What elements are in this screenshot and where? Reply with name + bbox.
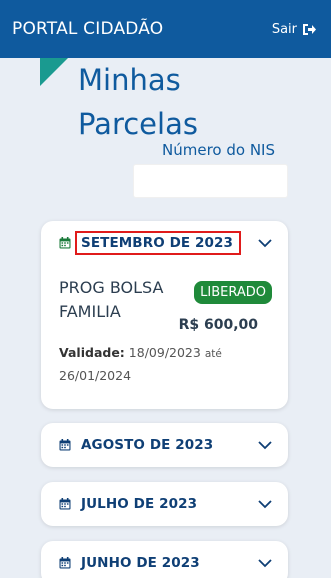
sign-out-icon	[303, 23, 316, 35]
installment-card: SETEMBRO DE 2023 PROG BOLSA FAMILIA LIBE…	[41, 221, 288, 409]
program-name: PROG BOLSA FAMILIA	[59, 278, 164, 321]
title-line-2: Parcelas	[78, 107, 198, 141]
calendar-icon	[59, 498, 71, 510]
calendar-icon	[59, 237, 71, 249]
chevron-down-icon[interactable]	[258, 558, 272, 568]
validity-info: Validade: 18/09/2023 até 26/01/2024	[59, 342, 259, 387]
month-label: SETEMBRO DE 2023	[75, 231, 241, 255]
installment-header[interactable]: AGOSTO DE 2023	[41, 423, 288, 467]
decorative-triangle	[40, 58, 68, 86]
installment-header[interactable]: SETEMBRO DE 2023	[41, 221, 288, 265]
installment-card[interactable]: JULHO DE 2023	[41, 482, 288, 526]
logout-label: Sair	[271, 21, 297, 37]
chevron-down-icon[interactable]	[258, 440, 272, 450]
validity-label: Validade:	[59, 345, 125, 360]
chevron-down-icon[interactable]	[258, 499, 272, 509]
status-badge: LIBERADO	[194, 281, 272, 304]
nis-input[interactable]	[133, 164, 288, 198]
amount-value: R$ 600,00	[178, 317, 258, 333]
installment-details: PROG BOLSA FAMILIA LIBERADO R$ 600,00 Va…	[41, 265, 288, 405]
page-title: Minhas Parcelas	[78, 58, 198, 146]
nis-label: Número do NIS	[162, 141, 275, 159]
top-bar: PORTAL CIDADÃO Sair	[0, 0, 331, 58]
installment-header[interactable]: JULHO DE 2023	[41, 482, 288, 526]
installment-card[interactable]: AGOSTO DE 2023	[41, 423, 288, 467]
validity-start: 18/09/2023	[128, 345, 201, 360]
installment-header[interactable]: JUNHO DE 2023	[41, 541, 288, 578]
validity-end: 26/01/2024	[59, 368, 132, 383]
title-line-1: Minhas	[78, 63, 181, 97]
validity-separator: até	[204, 348, 222, 360]
month-label: AGOSTO DE 2023	[81, 437, 214, 453]
logout-button[interactable]: Sair	[272, 22, 317, 37]
brand-title: PORTAL CIDADÃO	[12, 19, 164, 39]
calendar-icon	[59, 557, 71, 569]
installment-card[interactable]: JUNHO DE 2023	[41, 541, 288, 578]
month-label: JULHO DE 2023	[81, 496, 198, 512]
chevron-down-icon[interactable]	[258, 238, 272, 248]
month-label: JUNHO DE 2023	[81, 555, 200, 571]
calendar-icon	[59, 439, 71, 451]
